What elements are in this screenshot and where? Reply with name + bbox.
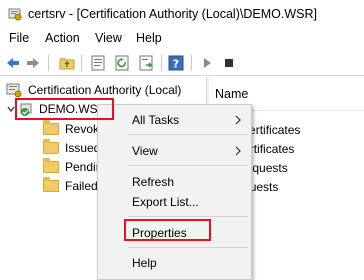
menu-item-label: All Tasks [132, 113, 180, 127]
context-menu: All Tasks View Refresh Export List... Pr… [97, 104, 252, 280]
menu-help[interactable]: Help [136, 31, 162, 45]
certificate-authority-icon [6, 83, 22, 98]
menu-file[interactable]: File [9, 31, 29, 45]
column-header-label: Name [215, 87, 249, 101]
menu-item-label: View [132, 144, 158, 158]
menu-item-label: Help [132, 256, 157, 270]
tree-item-label: Issued [65, 141, 101, 155]
menu-separator [128, 216, 248, 217]
tree-item-revoked[interactable]: Revok [43, 120, 99, 138]
folder-icon [43, 158, 59, 173]
menu-separator [128, 247, 248, 248]
menu-separator [128, 134, 248, 135]
menu-separator [128, 165, 248, 166]
menu-bar: File Action View Help [0, 28, 364, 48]
highlight-box-properties [124, 219, 211, 241]
toolbar-separator [48, 55, 49, 71]
submenu-arrow-icon [235, 115, 241, 125]
stop-service-icon[interactable] [221, 55, 237, 71]
forward-icon[interactable] [25, 55, 41, 71]
refresh-icon[interactable] [114, 55, 130, 71]
svg-text:?: ? [173, 58, 179, 71]
tree-item-pending[interactable]: Pendin [43, 158, 102, 176]
toolbar: ? [0, 50, 364, 76]
highlight-box-ca [15, 98, 114, 120]
properties-sheet-icon[interactable] [90, 55, 106, 71]
folder-icon [43, 120, 59, 135]
tree-root-item[interactable]: Certification Authority (Local) [6, 81, 181, 99]
menu-item-help[interactable]: Help [98, 253, 251, 273]
start-service-icon[interactable] [199, 55, 215, 71]
toolbar-separator [191, 55, 192, 71]
tree-item-label: Failed [65, 179, 98, 193]
folder-icon [43, 139, 59, 154]
submenu-arrow-icon [235, 146, 241, 156]
menu-view[interactable]: View [95, 31, 122, 45]
title-bar: certsrv - [Certification Authority (Loca… [0, 0, 364, 28]
back-icon[interactable] [5, 55, 21, 71]
toolbar-separator [161, 55, 162, 71]
folder-icon [43, 177, 59, 192]
tree-item-label: Revok [65, 122, 100, 136]
menu-item-view[interactable]: View [98, 141, 251, 161]
menu-action[interactable]: Action [45, 31, 80, 45]
menu-item-all-tasks[interactable]: All Tasks [98, 110, 251, 130]
menu-item-label: Refresh [132, 175, 175, 189]
help-icon[interactable]: ? [168, 55, 184, 71]
tree-root-label: Certification Authority (Local) [28, 83, 182, 97]
tree-item-issued[interactable]: Issued [43, 139, 100, 157]
window-title: certsrv - [Certification Authority (Loca… [28, 7, 317, 21]
menu-item-label: Export List... [132, 195, 199, 209]
tree-item-failed[interactable]: Failed [43, 177, 98, 195]
up-folder-icon[interactable] [59, 55, 75, 71]
export-list-icon[interactable] [138, 55, 154, 71]
toolbar-separator [81, 55, 82, 71]
menu-item-refresh[interactable]: Refresh [98, 172, 251, 192]
certificate-authority-icon [8, 8, 22, 21]
menu-item-export-list[interactable]: Export List... [98, 192, 251, 212]
